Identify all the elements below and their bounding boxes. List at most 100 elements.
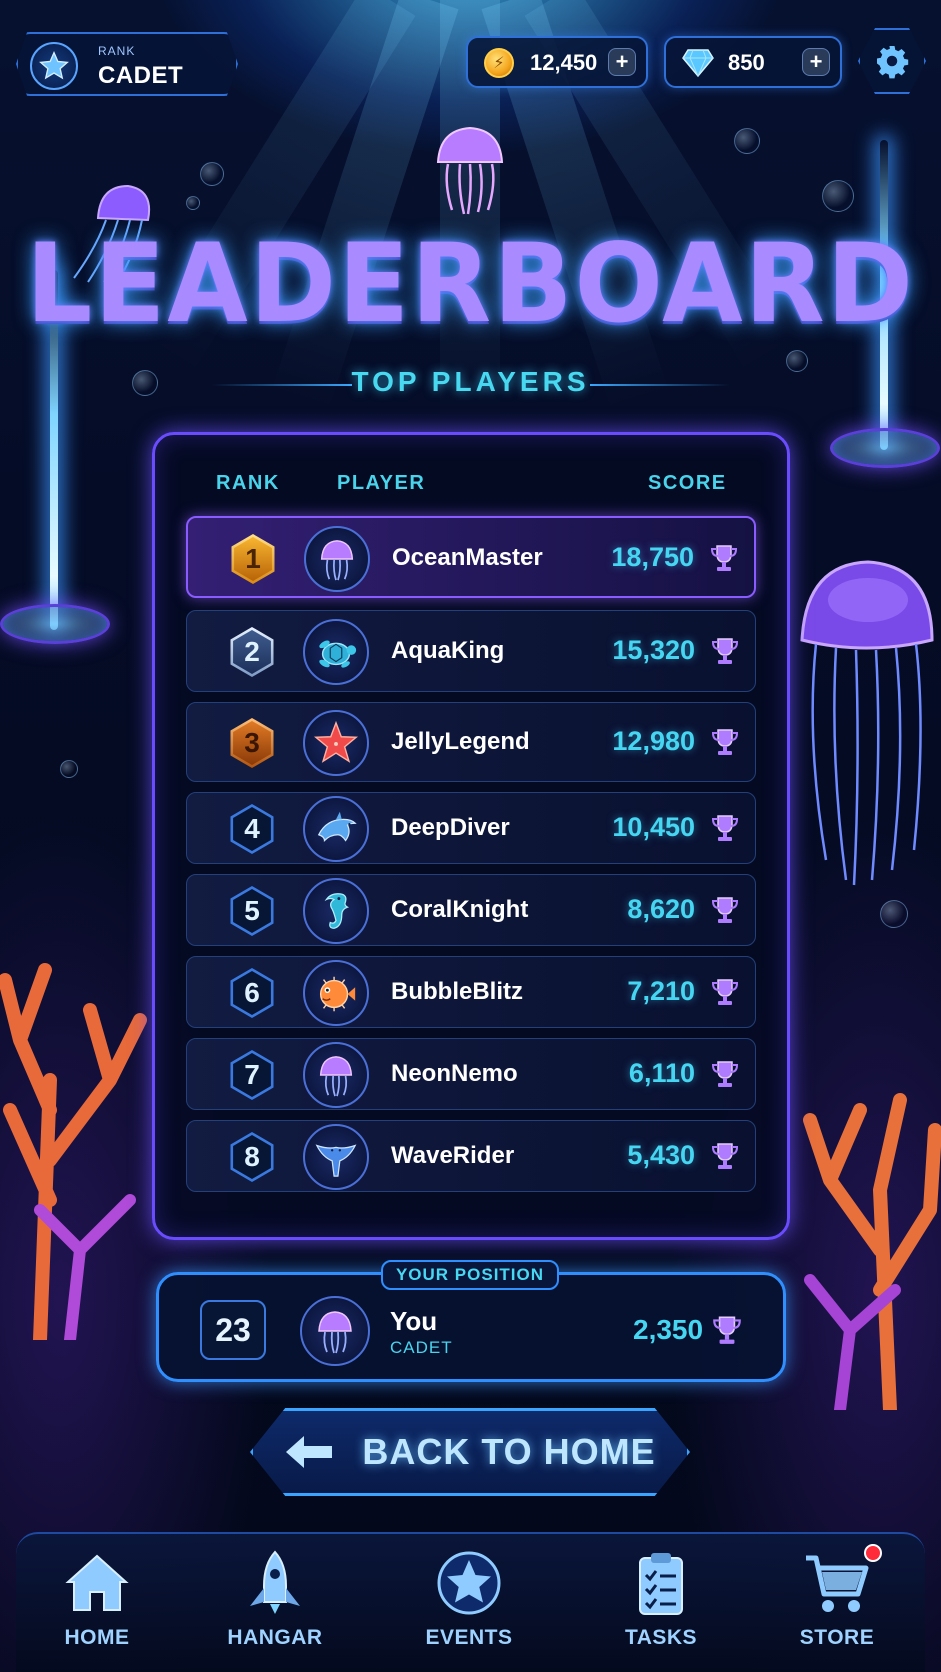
player-name: DeepDiver — [391, 814, 510, 841]
rank-number: 7 — [244, 1059, 260, 1090]
player-score: 12,980 — [612, 726, 695, 756]
bubble — [60, 760, 78, 778]
player-score: 6,110 — [628, 1058, 695, 1088]
player-avatar — [303, 1124, 369, 1190]
coral-decoration — [0, 963, 147, 1340]
cart-icon — [806, 1555, 869, 1612]
player-name: NeonNemo — [391, 1060, 518, 1087]
nav-label: EVENTS — [425, 1626, 513, 1649]
player-name: WaveRider — [391, 1142, 515, 1169]
nav-tasks[interactable]: TASKS — [596, 1548, 726, 1658]
leaderboard-row[interactable]: 3 JellyLegend 12,980 — [186, 702, 756, 782]
rank-number: 6 — [244, 977, 260, 1008]
rank-number: 5 — [244, 895, 260, 926]
leaderboard-row[interactable]: 1 OceanMaster 18,750 — [186, 516, 756, 598]
nav-label: HOME — [64, 1626, 130, 1649]
player-rank-chip[interactable]: RANK CADET — [16, 32, 238, 96]
player-score: 10,450 — [612, 812, 695, 842]
bubble — [186, 196, 200, 210]
leaderboard-row[interactable]: 4 DeepDiver 10,450 — [186, 792, 756, 864]
coin-icon: ⚡ — [484, 48, 514, 78]
player-avatar — [304, 526, 370, 592]
trophy-icon — [713, 1316, 741, 1344]
arrow-left-icon — [286, 1436, 333, 1468]
manta-ray-icon — [315, 1144, 357, 1177]
gem-balance: 850 + — [664, 36, 842, 88]
your-score: 2,350 — [633, 1314, 704, 1345]
bubble — [880, 900, 908, 928]
rank-badge: 5 — [223, 882, 281, 940]
store-notification-badge — [864, 1544, 882, 1562]
your-rank-badge: 23 — [200, 1300, 266, 1360]
leaderboard-row[interactable]: 2 AquaKing 15,320 — [186, 610, 756, 692]
gold-medal-icon: 1 — [224, 530, 282, 588]
pufferfish-icon — [319, 976, 356, 1012]
jellyfish-icon — [318, 1311, 352, 1354]
jellyfish-icon — [320, 540, 354, 581]
coin-amount: 12,450 — [530, 50, 598, 75]
leaderboard-row[interactable]: 8 WaveRider 5,430 — [186, 1120, 756, 1192]
bronze-medal-icon: 3 — [223, 714, 281, 772]
nav-events[interactable]: EVENTS — [404, 1548, 534, 1658]
nav-hangar[interactable]: HANGAR — [210, 1548, 340, 1658]
rank-badge: 6 — [223, 964, 281, 1022]
leaderboard-row[interactable]: 5 CoralKnight 8,620 — [186, 874, 756, 946]
trophy-icon — [711, 897, 739, 923]
beam-pedestal — [0, 604, 110, 644]
nav-home[interactable]: HOME — [32, 1548, 162, 1658]
rank-badge: 8 — [223, 1128, 281, 1186]
bubble — [822, 180, 854, 212]
trophy-icon — [711, 638, 739, 664]
add-gems-button[interactable]: + — [802, 48, 830, 76]
player-avatar — [303, 710, 369, 776]
player-score: 7,210 — [627, 976, 695, 1006]
rank-star-icon — [30, 42, 78, 90]
back-to-home-button[interactable]: BACK TO HOME — [250, 1408, 690, 1496]
turtle-icon — [319, 640, 357, 668]
starfish-icon — [313, 720, 359, 763]
rank-badge: 7 — [223, 1046, 281, 1104]
dolphin-icon — [317, 811, 357, 843]
rank-caption: RANK — [98, 44, 136, 58]
gem-amount: 850 — [728, 50, 765, 75]
player-score: 15,320 — [612, 635, 695, 665]
player-name: CoralKnight — [391, 896, 529, 923]
trophy-icon — [711, 729, 739, 755]
player-avatar — [303, 960, 369, 1026]
rank-number: 4 — [244, 813, 260, 844]
trophy-icon — [711, 815, 739, 841]
settings-button[interactable] — [858, 28, 926, 94]
beam-pedestal — [830, 428, 940, 468]
player-avatar — [303, 796, 369, 862]
jellyfish-icon — [319, 1056, 353, 1097]
bubble — [734, 128, 760, 154]
page-subtitle: TOP PLAYERS — [351, 366, 590, 397]
player-avatar — [303, 878, 369, 944]
star-icon — [437, 1551, 501, 1615]
nav-store[interactable]: STORE — [772, 1548, 902, 1658]
jellyfish-icon — [436, 126, 504, 215]
your-avatar — [300, 1296, 370, 1366]
gear-icon — [877, 46, 909, 79]
diamond-icon — [682, 49, 714, 78]
rank-value: CADET — [98, 62, 184, 89]
rank-number: 8 — [244, 1141, 260, 1172]
coin-balance: ⚡ 12,450 + — [466, 36, 648, 88]
column-header-rank: RANK — [216, 472, 280, 494]
leaderboard-row[interactable]: 7 NeonNemo 6,110 — [186, 1038, 756, 1110]
player-name: BubbleBlitz — [391, 978, 523, 1005]
clipboard-icon — [639, 1553, 683, 1615]
bubble — [200, 162, 224, 186]
column-header-player: PLAYER — [337, 472, 426, 494]
player-name: AquaKing — [391, 637, 505, 664]
player-name: OceanMaster — [392, 544, 543, 571]
leaderboard-row[interactable]: 6 BubbleBlitz 7,210 — [186, 956, 756, 1028]
player-score: 5,430 — [627, 1140, 695, 1170]
trophy-icon — [711, 979, 739, 1005]
home-icon — [65, 1554, 129, 1611]
silver-medal-icon: 2 — [223, 623, 281, 681]
trophy-icon — [710, 545, 738, 571]
add-coins-button[interactable]: + — [608, 48, 636, 76]
trophy-icon — [711, 1143, 739, 1169]
your-name: You — [390, 1306, 438, 1336]
